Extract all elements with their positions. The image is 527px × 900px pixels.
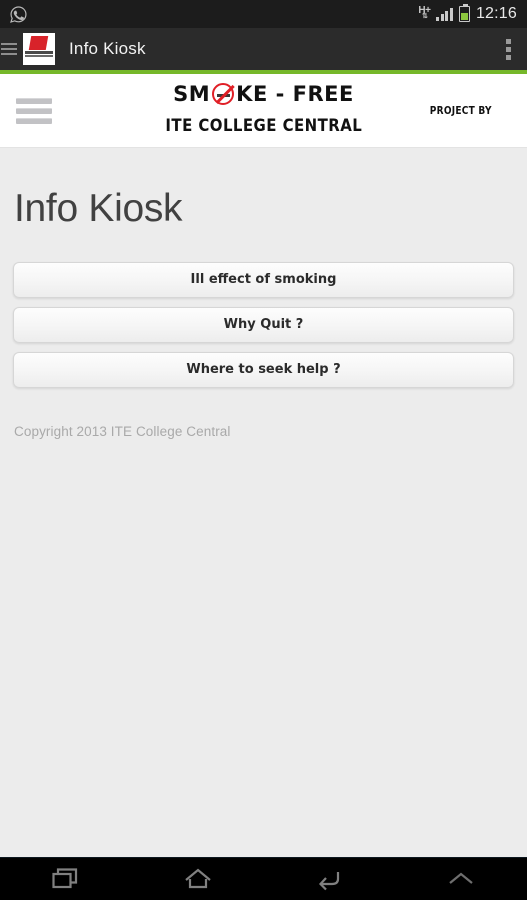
back-icon[interactable]: [264, 858, 396, 900]
brand-word-start: SM: [173, 82, 211, 106]
status-bar-system-icons: H+ ⇅ 12:16: [418, 3, 517, 23]
signal-bars-icon: [436, 7, 453, 21]
app-title: Info Kiosk: [69, 39, 146, 58]
overflow-menu-icon[interactable]: [497, 29, 519, 69]
no-smoking-icon: [212, 83, 235, 105]
chevron-up-icon[interactable]: [395, 858, 527, 900]
brand-project-by: PROJECT BY: [430, 104, 493, 117]
network-type-icon: H+ ⇅: [418, 6, 431, 21]
app-icon-red-mark: [28, 36, 49, 50]
app-icon-text-lines: [25, 51, 53, 57]
whatsapp-icon: [9, 5, 28, 24]
brand-word-end: KE - FREE: [236, 82, 354, 106]
kiosk-button-why-quit[interactable]: Why Quit ?: [13, 307, 514, 343]
kiosk-button-where-to-seek-help[interactable]: Where to seek help ?: [13, 352, 514, 388]
status-bar: H+ ⇅ 12:16: [0, 0, 527, 28]
home-icon[interactable]: [132, 858, 264, 900]
app-action-bar: Info Kiosk: [0, 28, 527, 70]
main-content: Info Kiosk Ill effect of smoking Why Qui…: [0, 149, 527, 857]
brand-primary-line: SM KE - FREE: [173, 82, 354, 106]
site-header: SM KE - FREE PROJECT BY ITE COLLEGE CENT…: [0, 74, 527, 148]
hamburger-icon[interactable]: [1, 43, 17, 55]
battery-icon: [458, 3, 470, 22]
brand-logo: SM KE - FREE PROJECT BY ITE COLLEGE CENT…: [0, 82, 527, 136]
system-navigation-bar: [0, 857, 527, 900]
recents-icon[interactable]: [0, 858, 132, 900]
status-bar-clock: 12:16: [475, 5, 517, 22]
prohibition-slash: [215, 84, 235, 104]
status-bar-notifications: [9, 5, 418, 24]
phone-screen: H+ ⇅ 12:16 Info Kiosk SM KE - FREE PROJE…: [0, 0, 527, 900]
copyright-text: Copyright 2013 ITE College Central: [14, 424, 231, 439]
cigarette-shape: [217, 93, 231, 97]
kiosk-button-ill-effect-of-smoking[interactable]: Ill effect of smoking: [13, 262, 514, 298]
hamburger-menu-icon[interactable]: [16, 97, 52, 124]
smoke-free-app-icon[interactable]: [23, 33, 55, 65]
network-arrows-label: ⇅: [421, 13, 428, 20]
kiosk-button-list: Ill effect of smoking Why Quit ? Where t…: [13, 262, 514, 388]
page-title: Info Kiosk: [14, 187, 183, 230]
brand-organization: ITE COLLEGE CENTRAL: [165, 116, 362, 136]
